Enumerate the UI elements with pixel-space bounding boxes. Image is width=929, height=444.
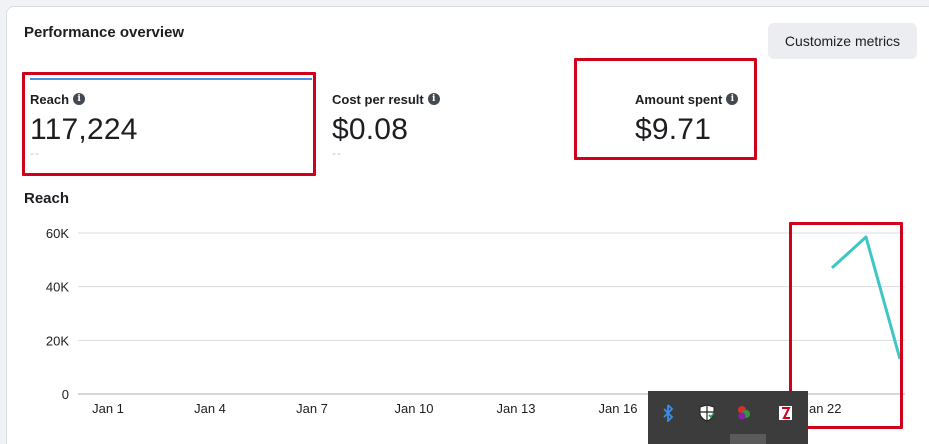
bluetooth-icon[interactable] [660,404,676,422]
y-tick-label: 0 [62,387,69,402]
highlight-box-amount-spent [574,58,757,160]
color-manager-icon[interactable] [736,404,752,422]
y-tick-label: 60K [46,226,69,241]
shield-icon[interactable] [699,404,715,422]
highlight-box-reach [22,72,316,176]
system-tray-popup [648,391,808,444]
x-tick-label: Jan 1 [92,401,124,416]
flag-icon[interactable] [778,404,794,422]
y-tick-label: 40K [46,280,69,295]
x-tick-label: Jan 7 [296,401,328,416]
y-tick-label: 20K [46,333,69,348]
tray-selected-indicator [730,434,766,444]
x-tick-label: Jan 10 [394,401,433,416]
x-tick-label: Jan 4 [194,401,226,416]
x-tick-label: Jan 16 [598,401,637,416]
x-tick-label: Jan 13 [496,401,535,416]
